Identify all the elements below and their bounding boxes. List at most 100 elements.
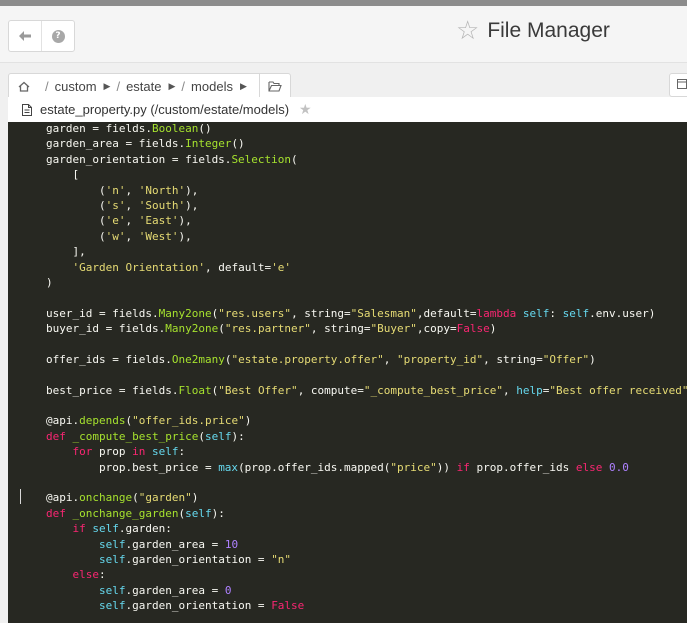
code-line: prop.best_price = max(prop.offer_ids.map… bbox=[46, 460, 687, 475]
code-token: 0 bbox=[224, 583, 232, 597]
breadcrumb-item-models[interactable]: models bbox=[191, 79, 233, 94]
caret-right-icon[interactable]: ▶ bbox=[240, 81, 247, 92]
code-line: offer_ids = fields.One2many("estate.prop… bbox=[46, 352, 687, 367]
code-token: onchange bbox=[79, 491, 133, 505]
code-token: 0.0 bbox=[608, 460, 629, 474]
code-token: , bbox=[125, 183, 139, 197]
code-token: @api. bbox=[46, 414, 80, 428]
breadcrumb-item-custom[interactable]: custom bbox=[55, 79, 97, 94]
code-token: "offer_ids.price" bbox=[132, 414, 245, 428]
code-token: , bbox=[383, 352, 398, 366]
code-line: user_id = fields.Many2one("res.users", s… bbox=[46, 306, 687, 321]
code-token: "property_id" bbox=[397, 352, 484, 366]
file-icon bbox=[22, 103, 32, 116]
code-editor[interactable]: garden = fields.Boolean() garden_area = f… bbox=[8, 122, 687, 623]
code-token: ( bbox=[132, 491, 139, 505]
code-token: self bbox=[98, 552, 126, 566]
code-token: 'n' bbox=[105, 183, 126, 197]
caret-right-icon[interactable]: ▶ bbox=[169, 81, 176, 92]
code-token: )) bbox=[436, 460, 457, 474]
code-token: , bbox=[125, 229, 139, 243]
code-token: @api. bbox=[46, 491, 80, 505]
code-token: () bbox=[198, 122, 212, 135]
code-token: self bbox=[98, 537, 126, 551]
code-token: buyer_id = fields. bbox=[46, 322, 166, 336]
code-token: , string= bbox=[483, 352, 543, 366]
code-token: ) bbox=[191, 491, 199, 505]
code-token: , bbox=[125, 214, 139, 228]
code-line: @api.onchange("garden") bbox=[46, 490, 687, 505]
code-token: ): bbox=[211, 506, 225, 520]
code-token: "Best Offer" bbox=[218, 383, 298, 397]
code-line: self.garden_area = 10 bbox=[46, 537, 687, 552]
code-token: Integer bbox=[185, 137, 232, 151]
code-line: ('e', 'East'), bbox=[46, 213, 687, 228]
code-line: [ bbox=[46, 167, 687, 182]
code-token: .garden: bbox=[118, 522, 172, 536]
panel-toggle-button[interactable] bbox=[669, 73, 687, 97]
breadcrumb: / custom ▶ / estate ▶ / models ▶ bbox=[8, 73, 291, 99]
code-token: "garden" bbox=[138, 491, 192, 505]
breadcrumb-item-estate[interactable]: estate bbox=[126, 79, 161, 94]
code-token: .env.user) bbox=[589, 306, 656, 320]
code-token: user_id = fields. bbox=[46, 306, 159, 320]
star-icon[interactable]: ★ bbox=[299, 102, 312, 118]
code-token: 'Garden Orientation' bbox=[72, 260, 205, 274]
code-token: ( bbox=[198, 429, 205, 443]
code-token: else bbox=[72, 568, 100, 582]
code-token: 'East' bbox=[138, 214, 179, 228]
code-token: "Offer" bbox=[542, 352, 590, 366]
caret-right-icon[interactable]: ▶ bbox=[104, 81, 111, 92]
code-token: ], bbox=[46, 245, 86, 259]
code-line: @api.depends("offer_ids.price") bbox=[46, 413, 687, 428]
code-token: ,copy= bbox=[416, 322, 457, 336]
code-token: 10 bbox=[224, 537, 239, 551]
star-outline-icon[interactable]: ☆ bbox=[456, 18, 479, 44]
panel-icon bbox=[677, 78, 687, 92]
code-token: .garden_area = bbox=[125, 583, 225, 597]
code-token: , string= bbox=[291, 306, 351, 320]
code-token: if bbox=[72, 522, 86, 536]
folder-open-icon[interactable] bbox=[259, 74, 290, 98]
code-token: _onchange_garden bbox=[72, 506, 179, 520]
code-token: ) bbox=[489, 322, 497, 336]
code-token: self bbox=[204, 429, 232, 443]
back-button[interactable] bbox=[9, 21, 41, 51]
code-token: self bbox=[98, 599, 126, 613]
code-token: 'w' bbox=[105, 229, 126, 243]
code-token: self bbox=[522, 306, 550, 320]
editor-file-tab[interactable]: estate_property.py (/custom/estate/model… bbox=[8, 97, 687, 123]
code-line: 'Garden Orientation', default='e' bbox=[46, 260, 687, 275]
code-token: ) bbox=[589, 352, 596, 366]
code-token: ( bbox=[218, 322, 225, 336]
code-token: "n" bbox=[271, 552, 292, 566]
code-token: garden = fields. bbox=[46, 122, 152, 135]
code-token: best_price = fields. bbox=[46, 383, 179, 397]
code-token: .garden_orientation = bbox=[125, 552, 272, 566]
help-button[interactable]: ? bbox=[41, 21, 74, 51]
code-line: ('n', 'North'), bbox=[46, 183, 687, 198]
code-token: False bbox=[456, 322, 490, 336]
code-token: Boolean bbox=[151, 122, 199, 135]
code-token: self bbox=[185, 506, 212, 520]
code-token: ( bbox=[46, 229, 106, 243]
breadcrumb-separator: / bbox=[116, 78, 121, 94]
code-token: , string= bbox=[310, 322, 371, 336]
nav-button-group: ? bbox=[8, 20, 75, 52]
code-token: , bbox=[125, 198, 139, 212]
code-token: ) bbox=[46, 275, 53, 289]
home-icon[interactable] bbox=[9, 81, 39, 92]
code-content[interactable]: garden = fields.Boolean() garden_area = f… bbox=[46, 122, 687, 614]
breadcrumb-separator: / bbox=[181, 78, 186, 94]
code-token: .garden_area = bbox=[125, 537, 225, 551]
code-token: 'West' bbox=[138, 229, 179, 243]
